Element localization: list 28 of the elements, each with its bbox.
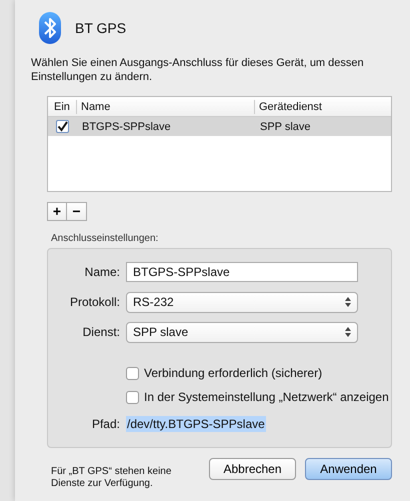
field-label: Dienst: [82, 325, 120, 339]
remove-button[interactable]: − [67, 202, 87, 221]
column-header[interactable]: Name [76, 100, 254, 114]
checkbox-label[interactable]: In der Systemeinstellung „Netzwerk“ anzeigen [144, 390, 389, 404]
info-text: Für „BT GPS“ stehen keine Dienste zur Verfügung. [51, 465, 172, 490]
instruction-text: Wählen Sie einen Ausgangs-Anschluss für dieses Gerät, um dessen Einstellungen zu ändern. [31, 56, 365, 85]
table-row[interactable]: BTGPS-SPPslave SPP slave [48, 117, 391, 136]
checkbox[interactable] [126, 390, 139, 404]
dialog-button[interactable]: Anwenden [305, 458, 392, 480]
column-header[interactable]: Gerätedienst [254, 100, 391, 114]
checkbox-label[interactable]: Verbindung erforderlich (sicherer) [144, 366, 322, 380]
section-heading: Anschlusseinstellungen: [51, 233, 160, 244]
field-label: Pfad: [90, 417, 120, 431]
checkbox[interactable] [126, 366, 139, 380]
updown-arrows-icon [345, 327, 351, 337]
column-header[interactable]: Ein [48, 100, 76, 114]
path-text: /dev/tty.BTGPS-SPPslave [126, 416, 266, 432]
bluetooth-icon [39, 12, 61, 44]
add-button[interactable]: + [47, 202, 67, 221]
checkbox[interactable] [56, 120, 69, 133]
popup-menu[interactable]: RS-232 [126, 292, 358, 312]
popup-menu[interactable]: SPP slave [126, 322, 358, 342]
dialog-button[interactable]: Abbrechen [209, 458, 296, 480]
field-label: Name: [84, 265, 120, 279]
field-label: Protokoll: [68, 295, 120, 309]
updown-arrows-icon [345, 297, 351, 307]
dialog-title: BT GPS [75, 20, 126, 36]
name-field[interactable]: BTGPS-SPPslave [126, 262, 358, 282]
